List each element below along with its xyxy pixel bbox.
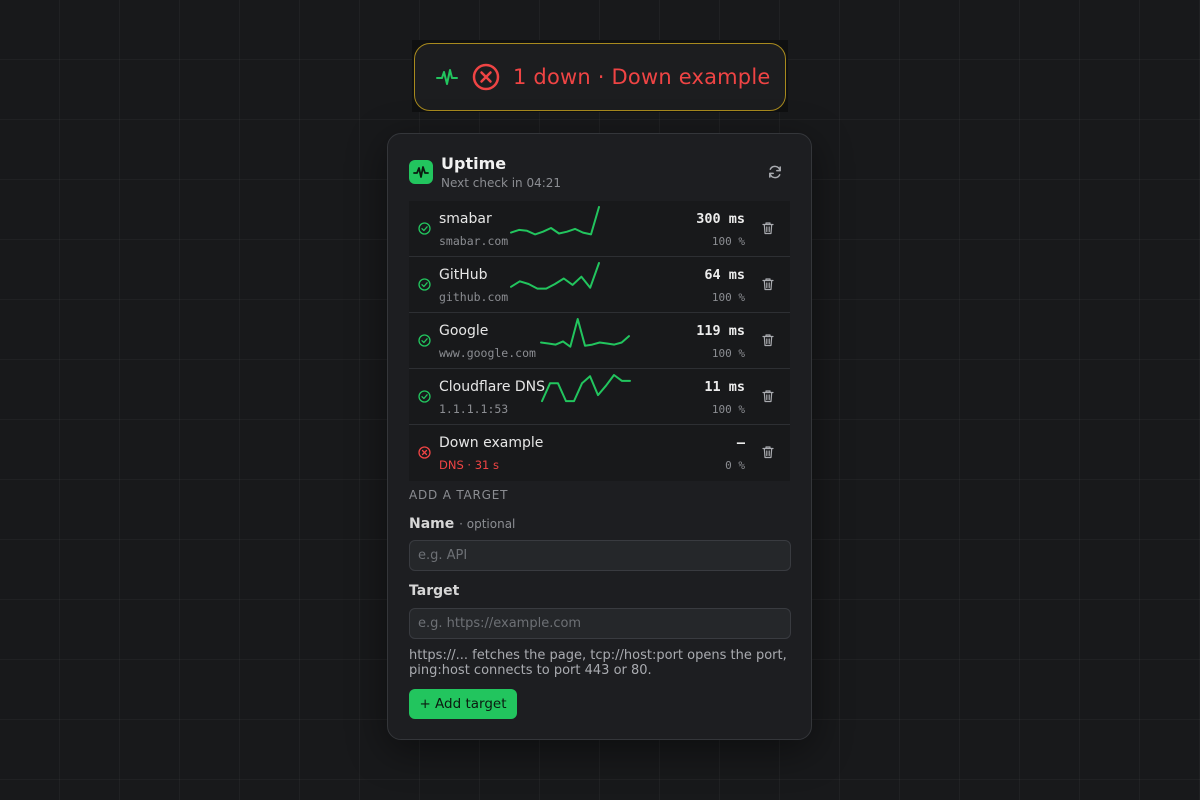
latency-sparkline (541, 374, 631, 403)
refresh-icon (769, 165, 781, 179)
target-latency: 64 ms (704, 267, 745, 283)
target-name: Cloudflare DNS (439, 379, 546, 395)
add-target-heading: ADD A TARGET (409, 488, 509, 502)
target-name: Google (439, 323, 489, 339)
add-target-button[interactable]: + Add target (409, 689, 517, 719)
target-row[interactable]: smabar smabar.com 300 ms 100 % (409, 201, 790, 257)
trash-icon (762, 278, 774, 291)
target-uptime: 100 % (711, 235, 745, 248)
delete-target-button[interactable] (760, 276, 776, 292)
latency-sparkline (510, 206, 600, 236)
target-name: GitHub (439, 267, 488, 283)
latency-sparkline (510, 262, 600, 290)
check-circle-icon (417, 389, 431, 403)
delete-target-button[interactable] (760, 388, 776, 404)
target-host: 1.1.1.1:53 (439, 402, 509, 416)
trash-icon (762, 222, 774, 235)
status-pill[interactable]: 1 down · Down example (414, 43, 786, 111)
target-row[interactable]: GitHub github.com 64 ms 100 % (409, 257, 790, 313)
app-logo-icon (409, 160, 433, 184)
target-name: smabar (439, 211, 492, 227)
target-uptime: 100 % (711, 291, 745, 304)
target-uptime: 100 % (711, 347, 745, 360)
name-field-label: Name · optional (409, 516, 515, 532)
refresh-button[interactable] (764, 161, 786, 183)
target-latency: 11 ms (704, 379, 745, 395)
target-row[interactable]: Down example DNS · 31 s – 0 % (409, 425, 790, 481)
x-circle-icon (417, 445, 431, 459)
trash-icon (762, 446, 774, 459)
target-list: smabar smabar.com 300 ms 100 % GitHub gi… (409, 201, 790, 481)
target-uptime: 0 % (725, 459, 745, 472)
menubar-status-item[interactable]: 1 down · Down example (412, 40, 788, 112)
sparkline-line (510, 262, 600, 290)
delete-target-button[interactable] (760, 220, 776, 236)
name-label-text: Name (409, 516, 455, 532)
panel-title: Uptime (441, 154, 507, 173)
target-latency: 119 ms (696, 323, 745, 339)
check-circle-icon (417, 277, 431, 291)
target-host: www.google.com (439, 346, 536, 360)
trash-icon (762, 334, 774, 347)
sparkline-line (540, 318, 630, 348)
uptime-popover: Uptime Next check in 04:21 smabar smabar… (387, 133, 812, 740)
sparkline-line (541, 374, 631, 403)
optional-hint: · optional (459, 517, 516, 531)
target-uptime: 100 % (711, 403, 745, 416)
delete-target-button[interactable] (760, 332, 776, 348)
sparkline-line (510, 206, 600, 236)
x-circle-icon (471, 62, 501, 92)
next-check-countdown: Next check in 04:21 (441, 176, 562, 190)
check-circle-icon (417, 333, 431, 347)
status-summary: 1 down · Down example (513, 65, 771, 89)
latency-sparkline (540, 318, 630, 348)
check-circle-icon (417, 221, 431, 235)
target-host: github.com (439, 290, 509, 304)
target-latency: 300 ms (696, 211, 745, 227)
target-latency: – (736, 435, 745, 451)
target-field-label: Target (409, 583, 460, 599)
target-row[interactable]: Google www.google.com 119 ms 100 % (409, 313, 790, 369)
target-host: smabar.com (439, 234, 509, 248)
delete-target-button[interactable] (760, 444, 776, 460)
target-row[interactable]: Cloudflare DNS 1.1.1.1:53 11 ms 100 % (409, 369, 790, 425)
name-input[interactable] (409, 540, 791, 571)
target-name: Down example (439, 435, 544, 451)
trash-icon (762, 390, 774, 403)
target-format-help: https://... fetches the page, tcp://host… (409, 648, 787, 678)
pulse-icon (435, 65, 459, 89)
target-error: DNS · 31 s (439, 458, 500, 472)
target-input[interactable] (409, 608, 791, 639)
